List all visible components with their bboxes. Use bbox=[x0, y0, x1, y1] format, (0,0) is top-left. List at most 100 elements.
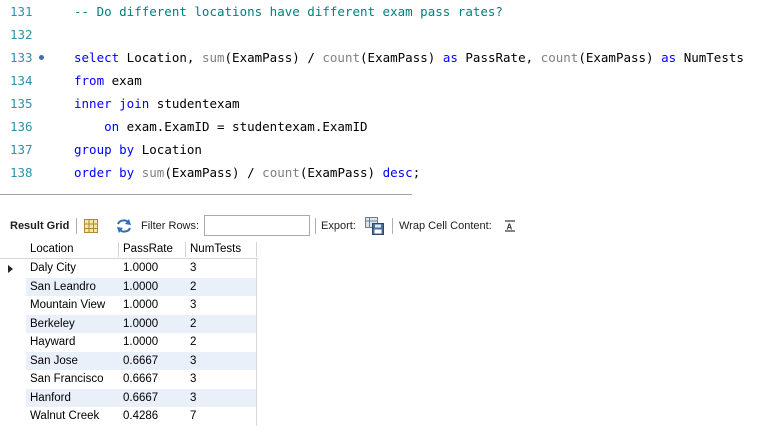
wrap-cell-content-label: Wrap Cell Content: bbox=[399, 220, 492, 232]
sql-comment: -- Do different locations have different… bbox=[74, 4, 503, 19]
cell-numtests[interactable]: 3 bbox=[190, 352, 250, 370]
result-grid-tab[interactable]: Result Grid bbox=[10, 212, 69, 240]
column-divider[interactable] bbox=[256, 242, 257, 257]
cell-numtests[interactable]: 3 bbox=[190, 370, 250, 388]
cell-location[interactable]: Berkeley bbox=[30, 315, 118, 333]
sql-keyword: as bbox=[661, 50, 677, 65]
row-header[interactable] bbox=[0, 277, 26, 296]
cell-location[interactable]: San Leandro bbox=[30, 278, 118, 296]
cell-numtests[interactable]: 3 bbox=[190, 389, 250, 407]
sql-identifier: (ExamPass) bbox=[299, 165, 383, 180]
cell-passrate[interactable]: 0.4286 bbox=[123, 407, 183, 425]
result-grid[interactable]: Location PassRate NumTests Daly City 1.00… bbox=[0, 240, 258, 426]
wrap-text-icon[interactable]: A bbox=[502, 212, 518, 240]
cell-passrate[interactable]: 0.6667 bbox=[123, 370, 183, 388]
column-header-location[interactable]: Location bbox=[30, 240, 118, 258]
code-text[interactable]: order by sum(ExamPass) / count(ExamPass)… bbox=[74, 161, 420, 184]
row-header[interactable] bbox=[0, 259, 26, 278]
export-label: Export: bbox=[321, 220, 356, 232]
refresh-rows-icon[interactable] bbox=[114, 212, 134, 240]
table-row[interactable]: San Francisco 0.6667 3 bbox=[0, 370, 258, 389]
cell-numtests[interactable]: 2 bbox=[190, 333, 250, 351]
svg-text:A: A bbox=[507, 223, 513, 232]
cell-passrate[interactable]: 0.6667 bbox=[123, 389, 183, 407]
column-divider[interactable] bbox=[185, 242, 186, 257]
result-toolbar: Result Grid Filter Rows: Export: Wrap Ce… bbox=[0, 212, 762, 240]
sql-function: count bbox=[322, 50, 361, 65]
column-divider[interactable] bbox=[118, 242, 119, 257]
row-header[interactable] bbox=[0, 296, 26, 315]
grid-right-border bbox=[256, 351, 257, 370]
code-line[interactable]: 133 select Location, sum(ExamPass) / coun… bbox=[0, 46, 762, 69]
table-row[interactable]: San Leandro 1.0000 2 bbox=[0, 277, 258, 296]
line-number: 137 bbox=[10, 142, 33, 157]
code-text[interactable]: select Location, sum(ExamPass) / count(E… bbox=[74, 46, 744, 69]
cell-numtests[interactable]: 3 bbox=[190, 296, 250, 314]
code-text[interactable]: -- Do different locations have different… bbox=[74, 0, 503, 23]
sql-identifier: NumTests bbox=[676, 50, 744, 65]
cell-location[interactable]: San Jose bbox=[30, 352, 118, 370]
panel-splitter[interactable] bbox=[0, 194, 412, 195]
table-row[interactable]: Berkeley 1.0000 2 bbox=[0, 314, 258, 333]
cell-passrate[interactable]: 0.6667 bbox=[123, 352, 183, 370]
table-row[interactable]: Hayward 1.0000 2 bbox=[0, 333, 258, 352]
code-line[interactable]: 134 from exam bbox=[0, 69, 762, 92]
toolbar-divider bbox=[315, 218, 316, 234]
code-line[interactable]: 132 bbox=[0, 23, 762, 46]
cell-numtests[interactable]: 2 bbox=[190, 315, 250, 333]
row-header[interactable] bbox=[0, 314, 26, 333]
sql-keyword: inner join bbox=[74, 96, 150, 111]
cell-passrate[interactable]: 1.0000 bbox=[123, 259, 183, 277]
filter-rows-label: Filter Rows: bbox=[141, 220, 200, 232]
sql-keyword: group by bbox=[74, 142, 135, 157]
cell-location[interactable]: Hayward bbox=[30, 333, 118, 351]
code-line[interactable]: 135 inner join studentexam bbox=[0, 92, 762, 115]
column-header-numtests[interactable]: NumTests bbox=[190, 240, 250, 258]
sql-identifier bbox=[134, 165, 142, 180]
cell-numtests[interactable]: 2 bbox=[190, 278, 250, 296]
toolbar-divider bbox=[76, 218, 77, 234]
code-text[interactable]: on exam.ExamID = studentexam.ExamID bbox=[74, 115, 368, 138]
cell-passrate[interactable]: 1.0000 bbox=[123, 333, 183, 351]
grid-view-icon[interactable] bbox=[82, 212, 100, 240]
table-row[interactable]: Daly City 1.0000 3 bbox=[0, 259, 258, 278]
cell-passrate[interactable]: 1.0000 bbox=[123, 278, 183, 296]
cell-location[interactable]: Mountain View bbox=[30, 296, 118, 314]
row-header[interactable] bbox=[0, 333, 26, 352]
sql-function: sum bbox=[141, 165, 165, 180]
code-line[interactable]: 136 on exam.ExamID = studentexam.ExamID bbox=[0, 115, 762, 138]
column-header-passrate[interactable]: PassRate bbox=[123, 240, 183, 258]
cell-location[interactable]: Hanford bbox=[30, 389, 118, 407]
table-row[interactable]: Mountain View 1.0000 3 bbox=[0, 296, 258, 315]
cell-location[interactable]: San Francisco bbox=[30, 370, 118, 388]
cell-location[interactable]: Walnut Creek bbox=[30, 407, 118, 425]
table-row[interactable]: Hanford 0.6667 3 bbox=[0, 388, 258, 407]
export-save-icon[interactable] bbox=[364, 212, 386, 240]
sql-keyword: select bbox=[74, 50, 120, 65]
cell-location[interactable]: Daly City bbox=[30, 259, 118, 277]
code-text[interactable]: inner join studentexam bbox=[74, 92, 240, 115]
row-header[interactable] bbox=[0, 370, 26, 389]
code-text[interactable]: from exam bbox=[74, 69, 142, 92]
sql-identifier: exam.ExamID = studentexam.ExamID bbox=[119, 119, 368, 134]
sql-identifier: PassRate, bbox=[457, 50, 541, 65]
cell-numtests[interactable]: 3 bbox=[190, 259, 250, 277]
sql-function: sum bbox=[201, 50, 225, 65]
code-line[interactable]: 138 order by sum(ExamPass) / count(ExamPa… bbox=[0, 161, 762, 184]
cell-passrate[interactable]: 1.0000 bbox=[123, 296, 183, 314]
table-row[interactable]: San Jose 0.6667 3 bbox=[0, 351, 258, 370]
code-text[interactable]: group by Location bbox=[74, 138, 202, 161]
line-number: 133 bbox=[10, 50, 33, 65]
code-line[interactable]: 137 group by Location bbox=[0, 138, 762, 161]
table-row[interactable]: Walnut Creek 0.4286 7 bbox=[0, 407, 258, 426]
code-line[interactable]: 131 -- Do different locations have differ… bbox=[0, 0, 762, 23]
filter-rows-input[interactable] bbox=[204, 215, 310, 236]
sql-editor[interactable]: 131 -- Do different locations have differ… bbox=[0, 0, 762, 188]
row-header[interactable] bbox=[0, 407, 26, 426]
row-header[interactable] bbox=[0, 351, 26, 370]
line-number: 131 bbox=[10, 4, 33, 19]
row-header[interactable] bbox=[0, 388, 26, 407]
grid-right-border bbox=[256, 407, 257, 426]
cell-numtests[interactable]: 7 bbox=[190, 407, 250, 425]
cell-passrate[interactable]: 1.0000 bbox=[123, 315, 183, 333]
